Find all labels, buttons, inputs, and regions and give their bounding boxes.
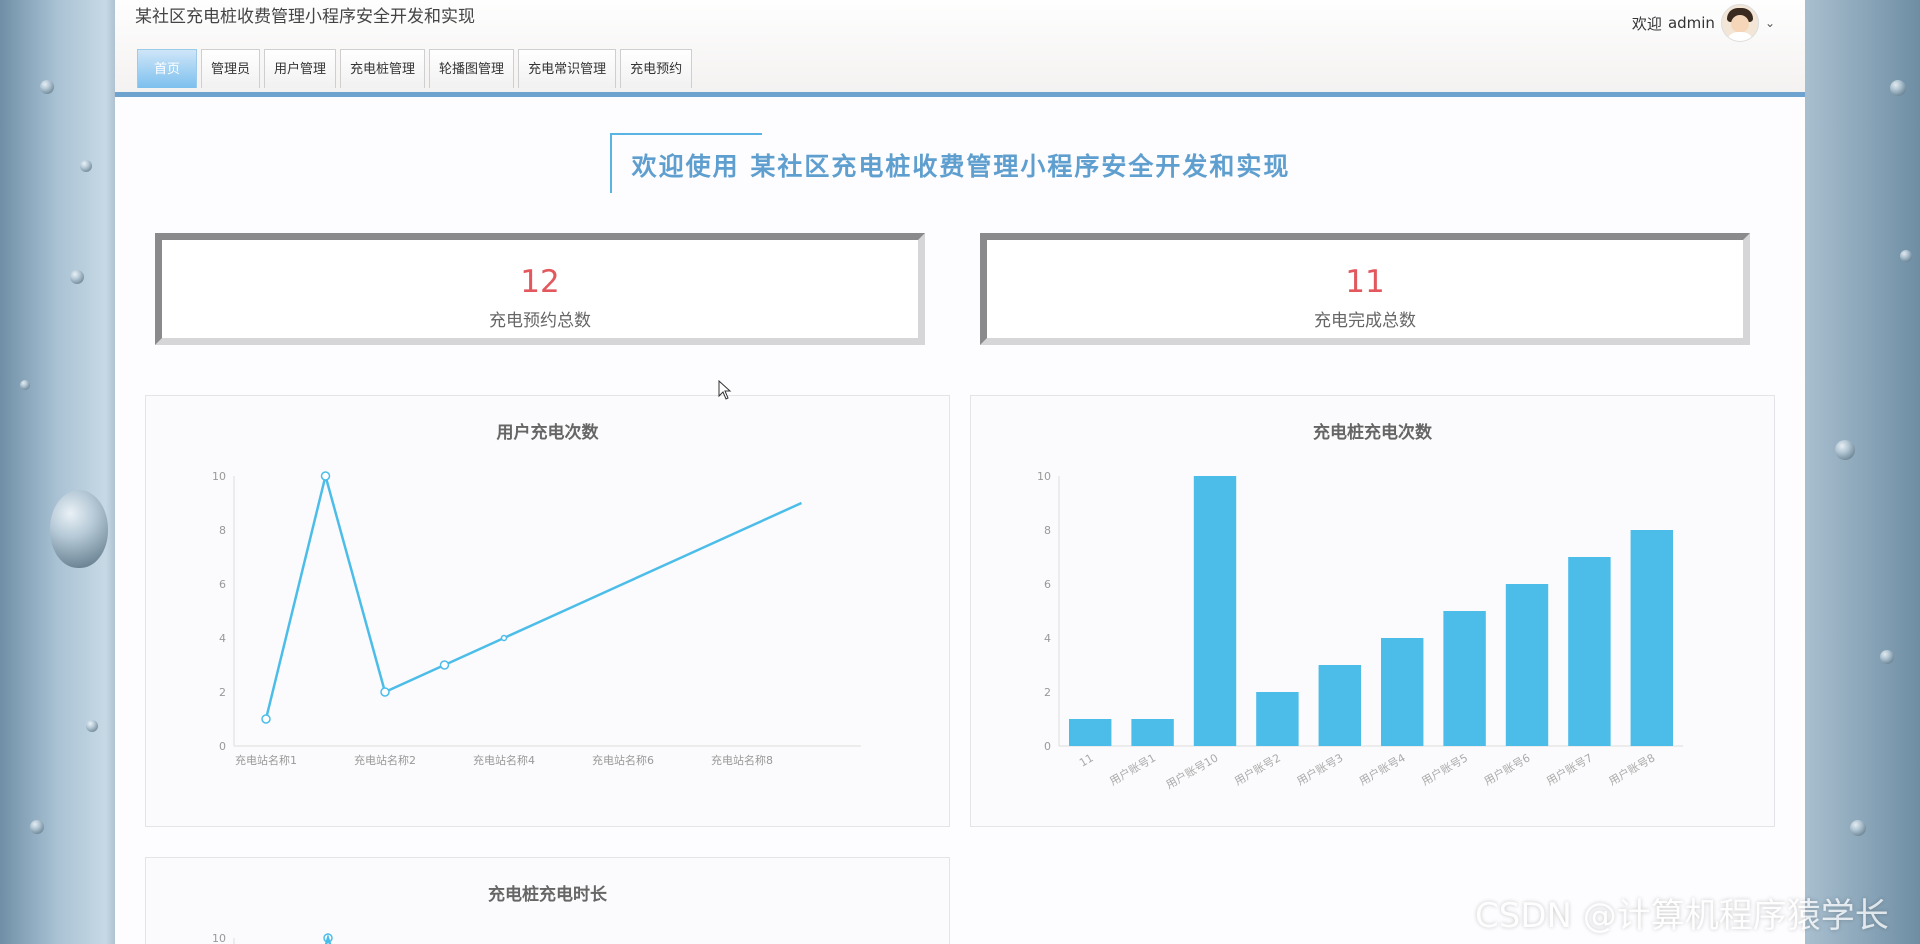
background-raindrop [40, 80, 54, 94]
y-tick-label: 8 [219, 524, 226, 537]
bar [1256, 692, 1299, 746]
x-tick-label: 用户账号10 [1163, 750, 1220, 791]
stat-card-completed: 11 充电完成总数 [980, 233, 1750, 345]
bar [1131, 719, 1174, 746]
tab-user-management[interactable]: 用户管理 [264, 49, 337, 88]
welcome-banner: 欢迎使用 某社区充电桩收费管理小程序安全开发和实现 [609, 133, 1311, 193]
line-chart-user-charges: 0 2 4 6 8 10 充电站名称1 充电站名称2 充电站名称4 充电站名称6 充电站名称8 [212, 470, 861, 767]
bar [1193, 476, 1237, 746]
y-tick-label: 10 [1037, 470, 1051, 483]
tab-charging-knowledge[interactable]: 充电常识管理 [518, 49, 617, 88]
watermark: CSDN @计算机程序猿学长 [1475, 896, 1889, 936]
top-header: 某社区充电桩收费管理小程序安全开发和实现 欢迎 admin ⌄ 首页 管理员 用… [115, 0, 1805, 97]
data-point [261, 714, 271, 724]
chart-title: 用户充电次数 [496, 423, 599, 443]
background-raindrop [1890, 80, 1906, 96]
y-tick-label: 0 [1044, 740, 1051, 753]
y-tick-label: 4 [1044, 632, 1051, 645]
data-point [380, 687, 390, 697]
background-raindrop [80, 160, 92, 172]
y-tick-label: 0 [219, 740, 226, 753]
line-series [264, 471, 802, 720]
y-tick-label: 2 [1044, 686, 1051, 699]
background-raindrop [70, 270, 84, 284]
y-tick-label: 6 [219, 578, 226, 591]
y-tick-label: 8 [1044, 524, 1051, 537]
admin-page: 某社区充电桩收费管理小程序安全开发和实现 欢迎 admin ⌄ 首页 管理员 用… [115, 0, 1805, 944]
username: admin [1667, 14, 1715, 32]
chevron-down-icon[interactable]: ⌄ [1765, 16, 1775, 30]
y-tick-label: 10 [212, 932, 226, 944]
background-raindrop [20, 380, 30, 390]
chart-card-charger-charges: 充电桩充电次数 0 2 4 6 8 10 11 用户账号1 用户账号10 用户账号2 用户账号3 用户… [970, 395, 1775, 827]
data-point [320, 471, 331, 481]
chart-title: 充电桩充电次数 [1313, 423, 1432, 443]
background-raindrop [50, 490, 108, 568]
x-tick-label: 充电站名称2 [354, 753, 416, 767]
background-raindrop [30, 820, 44, 834]
x-tick-label: 充电站名称4 [473, 753, 535, 767]
x-tick-label: 用户账号2 [1232, 750, 1283, 788]
x-tick-label: 用户账号8 [1606, 750, 1657, 788]
bar-chart-charger-charges: 0 2 4 6 8 10 11 用户账号1 用户账号10 用户账号2 用户账号3 用户账号4 用户账号5… [1037, 470, 1683, 792]
background-raindrop [1880, 650, 1894, 664]
tab-admin[interactable]: 管理员 [201, 49, 261, 88]
bar [1630, 530, 1674, 746]
x-tick-label: 充电站名称6 [592, 753, 654, 767]
line-series [324, 933, 332, 944]
x-tick-label: 充电站名称8 [711, 753, 773, 767]
background-raindrop [1850, 820, 1866, 836]
tab-charging-reservation[interactable]: 充电预约 [620, 49, 693, 88]
x-tick-label: 用户账号7 [1544, 750, 1595, 788]
x-tick-label: 用户账号4 [1357, 750, 1408, 788]
data-point [500, 634, 508, 642]
background-raindrop [1835, 440, 1855, 460]
bar [1505, 584, 1549, 746]
stat-value: 12 [520, 264, 560, 300]
y-tick-label: 4 [219, 632, 226, 645]
data-point [439, 660, 450, 670]
stat-card-reservations: 12 充电预约总数 [155, 233, 925, 345]
tab-charger-management[interactable]: 充电桩管理 [340, 49, 426, 88]
chart-card-charger-duration: 充电桩充电时长 10 [145, 857, 950, 944]
background-raindrop [1900, 250, 1912, 262]
bar [1443, 611, 1486, 746]
bar [1380, 638, 1424, 746]
user-menu[interactable]: 欢迎 admin ⌄ [1632, 4, 1775, 42]
chart-title: 充电桩充电时长 [488, 885, 607, 905]
x-tick-label: 用户账号5 [1419, 750, 1470, 788]
nav-tabs: 首页 管理员 用户管理 充电桩管理 轮播图管理 充电常识管理 充电预约 [137, 49, 693, 88]
chart-card-user-charges: 用户充电次数 0 2 4 6 8 10 充电站名称1 充电站名称2 充电站名称4 充电站名称6 充电… [145, 395, 950, 827]
y-tick-label: 2 [219, 686, 226, 699]
bar [1318, 665, 1362, 746]
avatar[interactable] [1720, 4, 1759, 42]
x-tick-label: 用户账号3 [1294, 750, 1345, 788]
welcome-prefix: 欢迎 [1631, 14, 1662, 33]
x-tick-label: 充电站名称1 [235, 753, 297, 767]
stat-value: 11 [1345, 264, 1385, 300]
bar [1568, 557, 1611, 746]
site-title: 某社区充电桩收费管理小程序安全开发和实现 [135, 7, 475, 27]
tab-home[interactable]: 首页 [137, 49, 197, 88]
y-tick-label: 6 [1044, 578, 1051, 591]
x-tick-label: 11 [1077, 751, 1096, 769]
background-raindrop [86, 720, 98, 732]
stat-label: 充电完成总数 [1314, 311, 1416, 331]
x-tick-label: 用户账号6 [1481, 750, 1532, 788]
x-tick-label: 用户账号1 [1107, 750, 1158, 788]
tab-carousel-management[interactable]: 轮播图管理 [429, 49, 515, 88]
stat-label: 充电预约总数 [489, 311, 591, 331]
bar [1068, 719, 1112, 746]
y-tick-label: 10 [212, 470, 226, 483]
